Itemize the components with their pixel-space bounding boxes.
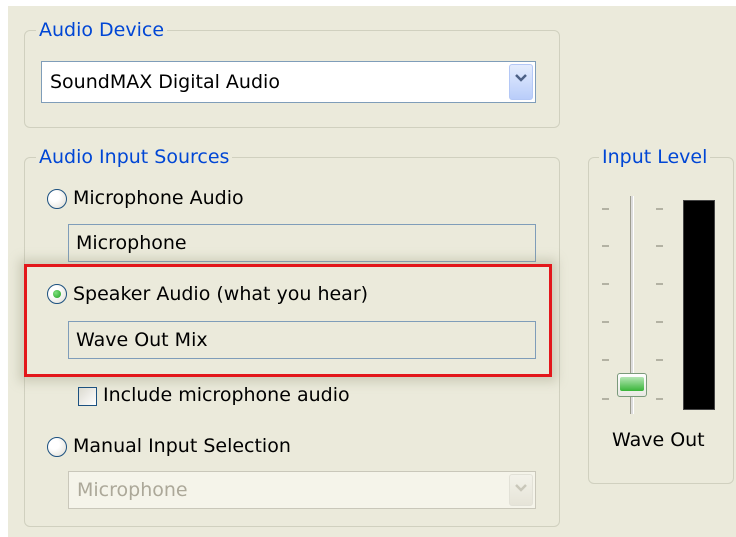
slider-tick (656, 398, 663, 400)
slider-tick (602, 283, 609, 285)
slider-tick (602, 321, 609, 323)
microphone-audio-label[interactable]: Microphone Audio (73, 186, 244, 210)
chevron-down-icon (515, 74, 527, 82)
manual-input-radio[interactable] (47, 437, 67, 457)
speaker-audio-highlight-box (24, 264, 552, 377)
manual-dropdown-arrow-button[interactable] (509, 474, 533, 506)
manual-input-label[interactable]: Manual Input Selection (73, 434, 291, 458)
slider-tick (602, 208, 609, 210)
microphone-source-field: Microphone (68, 224, 536, 262)
include-microphone-label[interactable]: Include microphone audio (103, 383, 350, 407)
slider-tick (656, 208, 663, 210)
input-level-slider-thumb[interactable] (617, 373, 647, 397)
input-level-meter (683, 200, 715, 410)
dropdown-arrow-button[interactable] (509, 64, 533, 100)
audio-device-value: SoundMAX Digital Audio (50, 71, 280, 93)
slider-tick (656, 359, 663, 361)
audio-device-legend: Audio Device (36, 18, 168, 42)
slider-tick (602, 359, 609, 361)
include-microphone-checkbox[interactable] (78, 387, 97, 406)
slider-tick (602, 245, 609, 247)
input-level-legend: Input Level (599, 145, 711, 169)
microphone-audio-radio[interactable] (47, 189, 67, 209)
slider-tick (656, 283, 663, 285)
chevron-down-icon (515, 484, 527, 492)
manual-input-dropdown[interactable]: Microphone (68, 471, 536, 509)
slider-tick (656, 245, 663, 247)
audio-input-sources-legend: Audio Input Sources (36, 145, 233, 169)
slider-tick (602, 398, 609, 400)
wave-out-label: Wave Out (612, 429, 705, 451)
slider-tick (656, 321, 663, 323)
microphone-source-value: Microphone (76, 232, 187, 254)
audio-device-dropdown[interactable]: SoundMAX Digital Audio (41, 61, 536, 103)
manual-input-value: Microphone (77, 479, 188, 501)
